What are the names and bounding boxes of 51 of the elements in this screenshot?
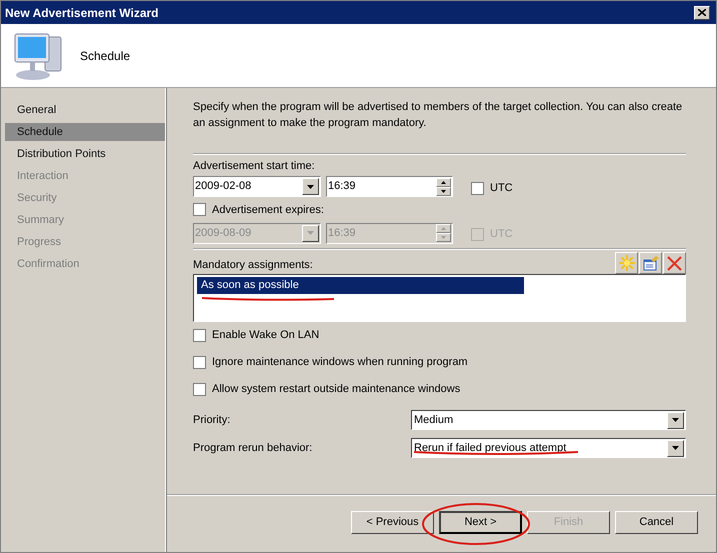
down-arrow-icon	[441, 190, 446, 192]
caret-icon	[307, 231, 314, 235]
dropdown-button[interactable]	[667, 440, 684, 456]
option-label: Ignore maintenance windows when running program	[212, 354, 468, 370]
wizard-button[interactable]: Next >	[439, 510, 522, 534]
description-text: Specify when the program will be advertised to members of the target collection. You can also create an assignment to make the program mandatory.	[193, 100, 683, 131]
sidebar-item[interactable]: Schedule	[5, 123, 165, 141]
dropdown-field[interactable]: Rerun if failed previous attempt	[411, 438, 686, 458]
list-item[interactable]: As soon as possible	[197, 277, 524, 294]
delete-button[interactable]	[663, 252, 686, 274]
window-title: New Advertisement Wizard	[5, 4, 158, 22]
up-arrow-icon	[441, 227, 446, 230]
utc-label: UTC	[490, 180, 513, 196]
down-arrow-icon	[441, 236, 446, 239]
computer-icon	[13, 30, 63, 80]
close-button[interactable]	[694, 6, 710, 20]
sidebar-item[interactable]: Distribution Points	[5, 145, 165, 163]
mandatory-label: Mandatory assignments:	[193, 258, 313, 272]
caret-icon	[307, 184, 314, 188]
checkbox[interactable]	[471, 182, 484, 194]
time-field[interactable]: 16:39	[326, 176, 453, 197]
checkbox[interactable]	[193, 203, 206, 216]
start-time-label: Advertisement start time:	[193, 159, 316, 174]
page-title: Schedule	[80, 48, 130, 64]
option-label: Enable Wake On LAN	[212, 328, 320, 343]
caret-icon	[672, 418, 679, 422]
spin-up-button[interactable]	[436, 178, 451, 186]
sidebar-item[interactable]: General	[5, 101, 165, 119]
starburst-icon	[618, 255, 634, 271]
close-icon	[698, 9, 706, 16]
properties-button[interactable]	[639, 252, 662, 274]
properties-icon	[642, 256, 658, 270]
caret-icon	[672, 446, 679, 450]
checkbox[interactable]	[193, 328, 206, 342]
dropdown-field[interactable]: Medium	[411, 410, 686, 430]
wizard-button[interactable]: Cancel	[615, 510, 698, 534]
up-arrow-icon	[441, 180, 446, 184]
option-label: Allow system restart outside maintenance windows	[212, 382, 460, 397]
rerun-label: Program rerun behavior:	[193, 440, 312, 456]
checkbox[interactable]	[471, 228, 484, 241]
expires-label: Advertisement expires:	[212, 202, 324, 218]
dropdown-button[interactable]	[302, 178, 319, 195]
delete-icon	[667, 256, 682, 270]
new-button[interactable]	[615, 252, 638, 274]
dropdown-button[interactable]	[667, 412, 684, 428]
priority-label: Priority:	[193, 412, 230, 428]
dropdown-button[interactable]	[302, 224, 319, 242]
wizard-button[interactable]: < Previous	[351, 510, 434, 534]
checkbox[interactable]	[193, 382, 206, 396]
date-picker[interactable]: 2009-02-08	[193, 176, 321, 197]
checkbox[interactable]	[193, 356, 206, 368]
